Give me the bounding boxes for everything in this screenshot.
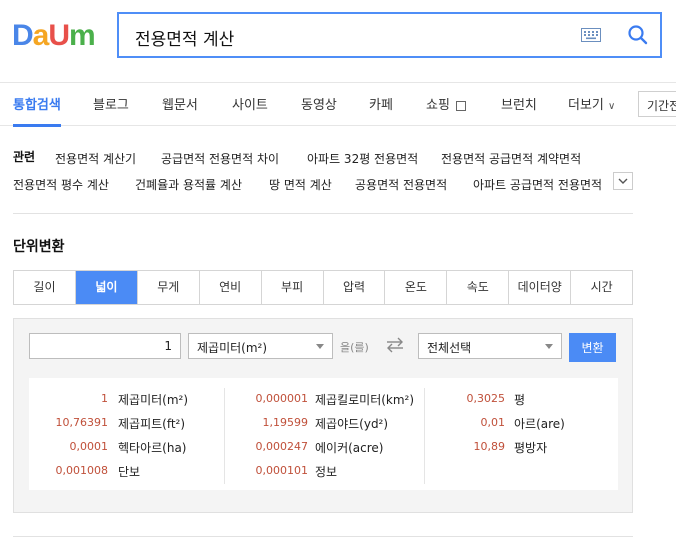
result-unit: 평	[514, 393, 526, 407]
tab-speed[interactable]: 속도	[447, 271, 510, 304]
related-item[interactable]: 전용면적 계산기	[55, 150, 136, 167]
divider	[13, 213, 633, 214]
caret-down-icon	[545, 344, 553, 349]
tab-shopping-label: 쇼핑	[426, 98, 450, 113]
result-value: 10,89	[473, 440, 506, 453]
search-icon[interactable]	[627, 24, 649, 46]
result-unit: 평방자	[514, 441, 548, 455]
tab-brunch[interactable]: 브런치	[501, 94, 537, 113]
search-box	[117, 12, 662, 58]
daum-logo[interactable]: DaUm	[12, 18, 96, 54]
conversion-results: 1 제곱미터(m²) 10,76391 제곱피트(ft²) 0,0001 헥타아…	[29, 378, 618, 490]
result-unit: 정보	[315, 465, 338, 479]
divider	[13, 536, 633, 537]
result-value: 0,000001	[255, 392, 309, 405]
tab-weight[interactable]: 무게	[138, 271, 200, 304]
result-value: 10,76391	[55, 416, 109, 429]
tab-shopping[interactable]: 쇼핑	[426, 94, 467, 113]
result-unit: 에이커(acre)	[315, 441, 384, 455]
result-value: 0,000247	[255, 440, 309, 453]
tab-fuel[interactable]: 연비	[200, 271, 262, 304]
tab-data[interactable]: 데이터양	[509, 271, 572, 304]
particle-label: 을(를)	[340, 341, 369, 354]
keyboard-icon[interactable]	[581, 28, 601, 42]
result-unit: 헥타아르(ha)	[118, 441, 187, 455]
logo-letter: m	[69, 19, 96, 52]
result-value: 0,0001	[69, 440, 109, 453]
related-label: 관련	[13, 150, 36, 164]
related-item[interactable]: 아파트 32평 전용면적	[307, 150, 418, 167]
tab-more[interactable]: 더보기 ∨	[568, 94, 615, 113]
result-value: 0,001008	[55, 464, 109, 477]
result-unit: 제곱미터(m²)	[118, 393, 189, 407]
related-item[interactable]: 전용면적 평수 계산	[13, 176, 109, 193]
result-value: 1,19599	[262, 416, 309, 429]
tab-area[interactable]: 넓이	[75, 271, 138, 304]
tab-volume[interactable]: 부피	[262, 271, 324, 304]
result-unit: 제곱킬로미터(km²)	[315, 393, 415, 407]
related-item[interactable]: 땅 면적 계산	[269, 176, 332, 193]
result-unit: 제곱피트(ft²)	[118, 417, 186, 431]
to-unit-select[interactable]: 전체선택	[418, 333, 562, 359]
tab-pressure[interactable]: 압력	[324, 271, 386, 304]
caret-down-icon	[316, 344, 324, 349]
logo-letter: a	[32, 19, 50, 52]
active-tab-indicator	[13, 124, 61, 127]
column-divider	[224, 388, 225, 484]
from-unit-label: 제곱미터(m²)	[197, 341, 268, 355]
tab-cafe[interactable]: 카페	[369, 94, 393, 113]
unit-converter-title: 단위변환	[13, 239, 65, 255]
logo-letter: U	[48, 19, 70, 52]
chevron-down-icon: ∨	[608, 101, 616, 112]
related-searches: 관련 전용면적 계산기 공급면적 전용면적 차이 아파트 32평 전용면적 전용…	[13, 148, 633, 198]
search-input[interactable]	[133, 23, 557, 51]
tab-time[interactable]: 시간	[571, 271, 632, 304]
logo-letter: D	[12, 19, 34, 52]
tab-temperature[interactable]: 온도	[385, 271, 448, 304]
unit-category-tabs: 길이 넓이 무게 연비 부피 압력 온도 속도 데이터양 시간	[13, 270, 633, 305]
chevron-down-icon	[618, 178, 628, 184]
related-item[interactable]: 아파트 공급면적 전용면적	[473, 176, 605, 193]
result-unit: 제곱야드(yd²)	[315, 417, 389, 431]
column-divider	[424, 388, 425, 484]
shopping-box-icon	[456, 100, 467, 111]
swap-icon[interactable]	[386, 337, 404, 353]
related-expand-button[interactable]	[613, 172, 633, 190]
result-unit: 단보	[118, 465, 141, 479]
result-unit: 아르(are)	[514, 417, 565, 431]
result-value: 0,01	[480, 416, 506, 429]
converter-panel: 제곱미터(m²) 을(를) 전체선택 변환 1 제곱미터(m²) 10,7639…	[13, 318, 633, 513]
tab-blog[interactable]: 블로그	[93, 94, 129, 113]
period-filter[interactable]: 기간전체	[638, 91, 676, 117]
related-item[interactable]: 건폐율과 용적률 계산	[135, 176, 242, 193]
related-item[interactable]: 공급면적 전용면적 차이	[161, 150, 279, 167]
header: DaUm	[0, 0, 676, 82]
from-unit-select[interactable]: 제곱미터(m²)	[188, 333, 333, 359]
result-value: 1	[101, 392, 108, 405]
related-item[interactable]: 공용면적 전용면적	[355, 176, 447, 193]
related-item[interactable]: 전용면적 공급면적 계약면적	[441, 150, 581, 167]
tab-video[interactable]: 동영상	[301, 94, 337, 113]
tab-length[interactable]: 길이	[14, 271, 76, 304]
tab-site[interactable]: 사이트	[232, 94, 268, 113]
search-nav: 통합검색 블로그 웹문서 사이트 동영상 카페 쇼핑 브런치 더보기 ∨ 기간전…	[0, 82, 676, 127]
convert-button[interactable]: 변환	[569, 333, 616, 362]
result-value: 0,000101	[255, 464, 309, 477]
tab-web[interactable]: 웹문서	[162, 94, 198, 113]
tab-all[interactable]: 통합검색	[13, 94, 61, 113]
tab-more-label: 더보기	[568, 98, 604, 113]
value-input[interactable]	[29, 333, 181, 359]
to-unit-label: 전체선택	[427, 341, 472, 355]
result-value: 0,3025	[466, 392, 506, 405]
